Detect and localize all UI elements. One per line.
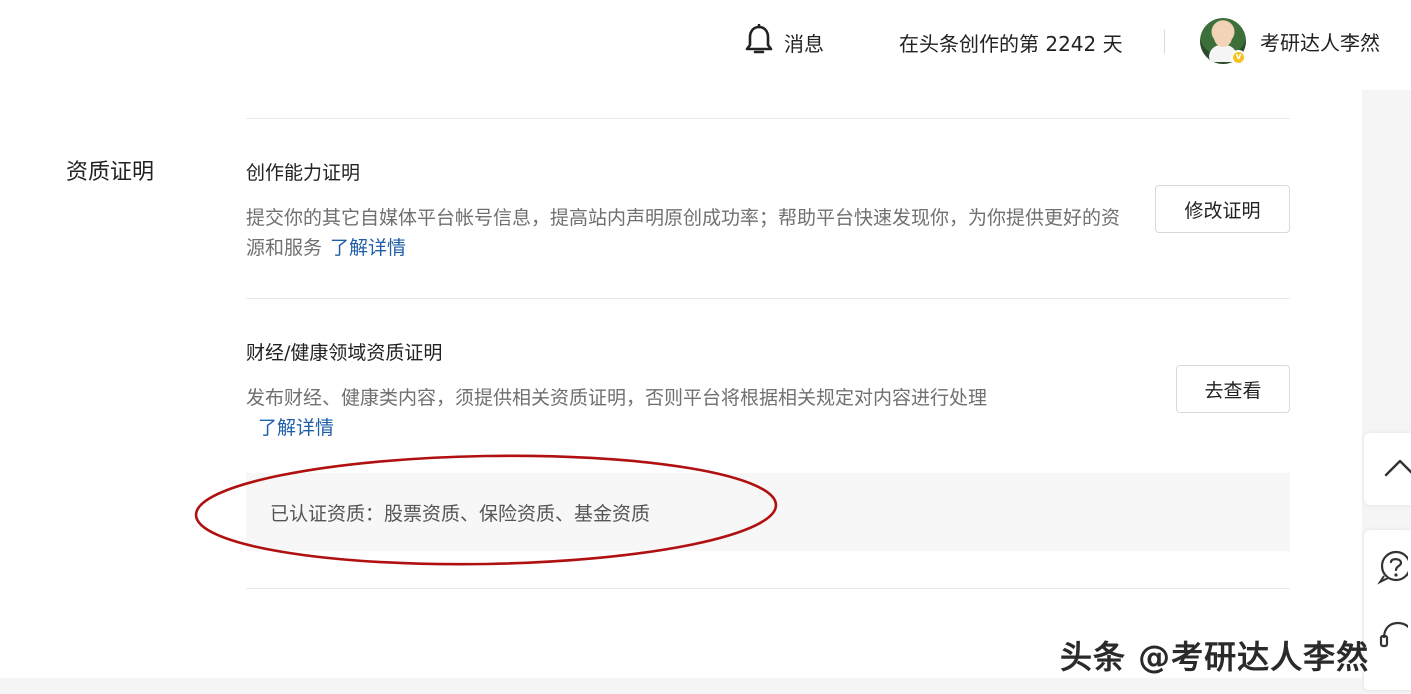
- certified-qualifications-text: 已认证资质：股票资质、保险资质、基金资质: [270, 503, 651, 525]
- top-header: 消息 在头条创作的第 2242 天 v 考研达人李然: [0, 0, 1411, 86]
- question-circle-icon[interactable]: [1372, 548, 1408, 588]
- chevron-up-icon: [1384, 459, 1411, 477]
- creation-days-text: 在头条创作的第 2242 天: [899, 32, 1123, 56]
- modify-proof-button[interactable]: 修改证明: [1155, 185, 1290, 233]
- bottom-strip: [0, 678, 1362, 694]
- learn-more-link[interactable]: 了解详情: [258, 417, 334, 439]
- view-button[interactable]: 去查看: [1176, 365, 1290, 413]
- learn-more-link[interactable]: 了解详情: [330, 237, 406, 259]
- creation-ability-description: 提交你的其它自媒体平台帐号信息，提高站内声明原创成功率；帮助平台快速发现你，为你…: [246, 203, 1126, 263]
- finance-health-description: 发布财经、健康类内容，须提供相关资质证明，否则平台将根据相关规定对内容进行处理了…: [246, 383, 1126, 443]
- finance-health-title: 财经/健康领域资质证明: [246, 342, 443, 364]
- qualification-page: 消息 在头条创作的第 2242 天 v 考研达人李然 资质证明 创作能力证明 提…: [0, 0, 1411, 694]
- creation-ability-title: 创作能力证明: [246, 162, 361, 184]
- watermark: 头条 @考研达人李然: [1060, 638, 1370, 676]
- section-title: 资质证明: [66, 160, 155, 185]
- divider: [246, 118, 1290, 119]
- help-panel: [1364, 530, 1411, 690]
- avatar: v: [1200, 18, 1246, 65]
- bell-icon: [744, 23, 774, 60]
- back-to-top-button[interactable]: [1364, 433, 1411, 505]
- headset-icon[interactable]: [1372, 616, 1408, 656]
- verified-badge-icon: v: [1231, 50, 1246, 65]
- divider: [246, 298, 1290, 299]
- messages-label: 消息: [784, 31, 824, 56]
- user-menu[interactable]: v 考研达人李然: [1200, 18, 1380, 65]
- username: 考研达人李然: [1260, 30, 1380, 55]
- description-text: 发布财经、健康类内容，须提供相关资质证明，否则平台将根据相关规定对内容进行处理: [246, 387, 988, 409]
- divider: [246, 588, 1290, 589]
- header-divider: [1164, 30, 1165, 54]
- messages-button[interactable]: 消息: [744, 23, 824, 60]
